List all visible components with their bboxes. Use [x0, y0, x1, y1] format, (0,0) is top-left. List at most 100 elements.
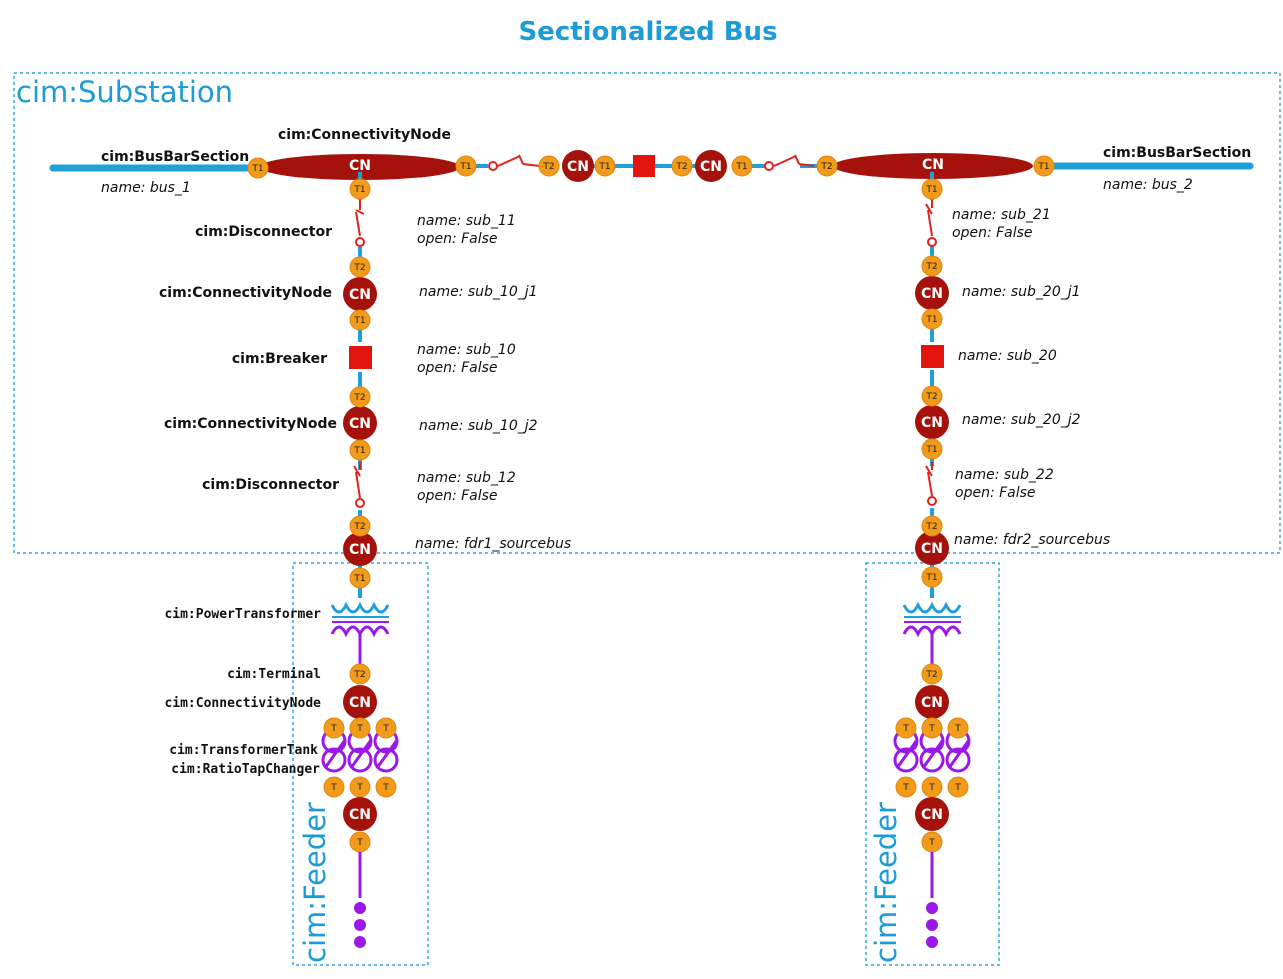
svg-text:T: T [356, 783, 363, 793]
svg-text:T2: T2 [925, 522, 937, 532]
terminal-t1: T1 [731, 155, 753, 177]
terminal-t2: T2 [921, 663, 943, 685]
sub-11-open: open: False [417, 231, 498, 247]
svg-text:T1: T1 [459, 162, 471, 172]
sub-10-name: name: sub_10 [417, 342, 516, 358]
terminal-t1: T1 [349, 567, 371, 589]
sub-21-name: name: sub_21 [952, 207, 1051, 223]
terminal-t: T [323, 717, 345, 739]
terminal-t2: T2 [816, 155, 838, 177]
terminal-t: T [947, 717, 969, 739]
terminal-t1: T1 [455, 155, 477, 177]
terminal-t1: T1 [594, 155, 616, 177]
terminal-t2: T2 [921, 515, 943, 537]
continuation-dots-icon [926, 902, 938, 948]
terminal-t2: T2 [349, 256, 371, 278]
svg-text:T2: T2 [925, 262, 937, 272]
svg-text:T1: T1 [353, 316, 365, 326]
bus-2-name: name: bus_2 [1103, 177, 1193, 193]
terminal-t2: T2 [349, 515, 371, 537]
terminal-t2: T2 [921, 255, 943, 277]
svg-text:T1: T1 [598, 162, 610, 172]
terminal-t: T [895, 776, 917, 798]
breaker-sub-20-icon [921, 345, 944, 368]
ratio-tap-changer-label: cim:RatioTapChanger [171, 762, 320, 777]
svg-text:CN: CN [921, 286, 943, 302]
terminal-t: T [921, 776, 943, 798]
cn-label: CN [700, 159, 722, 175]
terminal-t2: T2 [921, 385, 943, 407]
cn-label: CN [567, 159, 589, 175]
svg-text:T2: T2 [542, 162, 554, 172]
svg-text:CN: CN [349, 287, 371, 303]
sub-22-name: name: sub_22 [955, 467, 1054, 483]
svg-text:T: T [356, 724, 363, 734]
svg-text:CN: CN [921, 541, 943, 557]
disconnector-sub-21-icon [925, 200, 937, 247]
svg-text:T: T [356, 838, 363, 848]
terminal-t: T [921, 717, 943, 739]
svg-text:CN: CN [921, 695, 943, 711]
svg-text:T1: T1 [353, 574, 365, 584]
sub-21-open: open: False [952, 225, 1033, 241]
svg-text:CN: CN [921, 415, 943, 431]
svg-text:T1: T1 [1037, 162, 1049, 172]
svg-text:CN: CN [349, 695, 371, 711]
svg-text:T2: T2 [353, 522, 365, 532]
terminal-t1: T1 [921, 308, 943, 330]
svg-text:CN: CN [921, 807, 943, 823]
sub-10-j1-name: name: sub_10_j1 [419, 284, 538, 300]
terminal-t2: T2 [349, 386, 371, 408]
terminal-t1: T1 [1033, 155, 1055, 177]
terminal-t1: T1 [921, 566, 943, 588]
svg-text:T: T [954, 724, 961, 734]
substation-label: cim:Substation [16, 75, 233, 109]
feeder-right-label: cim:Feeder [869, 802, 903, 963]
terminal-t: T [375, 717, 397, 739]
svg-text:CN: CN [349, 416, 371, 432]
terminal-t: T [895, 717, 917, 739]
terminal-t2: T2 [671, 155, 693, 177]
svg-text:T1: T1 [353, 185, 365, 195]
tie-breaker-icon [633, 155, 655, 177]
sub-22-open: open: False [955, 485, 1036, 501]
fdr2-sourcebus-name: name: fdr2_sourcebus [954, 532, 1110, 548]
power-transformer-label: cim:PowerTransformer [164, 607, 321, 622]
svg-text:T: T [330, 724, 337, 734]
diagram-title: Sectionalized Bus [518, 17, 777, 47]
svg-text:T2: T2 [353, 263, 365, 273]
terminal-t: T [323, 776, 345, 798]
terminal-t1: T1 [247, 157, 269, 179]
cn-label: CN [349, 158, 371, 174]
terminal-t1: T1 [921, 438, 943, 460]
feeder-left-label: cim:Feeder [298, 802, 332, 963]
svg-text:T1: T1 [925, 315, 937, 325]
fdr1-sourcebus-name: name: fdr1_sourcebus [415, 536, 571, 552]
sub-20-name: name: sub_20 [958, 348, 1057, 364]
terminal-t2: T2 [538, 155, 560, 177]
transformer-tank-label: cim:TransformerTank [169, 743, 318, 758]
cn-label: CN [922, 157, 944, 173]
sub-20-j1-name: name: sub_20_j1 [962, 284, 1081, 300]
terminal-t1: T1 [349, 309, 371, 331]
svg-text:T2: T2 [353, 670, 365, 680]
power-transformer-right-icon [902, 601, 962, 664]
svg-text:T1: T1 [353, 446, 365, 456]
breaker-label: cim:Breaker [232, 351, 327, 367]
svg-text:T1: T1 [925, 445, 937, 455]
svg-text:T: T [902, 783, 909, 793]
tie-disconnector-left-icon [488, 154, 541, 171]
sub-20-j2-name: name: sub_20_j2 [962, 412, 1081, 428]
busbar-right-label: cim:BusBarSection [1103, 145, 1251, 161]
disconnector-2-label: cim:Disconnector [202, 477, 339, 493]
cn-3-label: cim:ConnectivityNode [164, 696, 321, 711]
terminal-t2: T2 [349, 663, 371, 685]
svg-text:T2: T2 [675, 162, 687, 172]
svg-text:T2: T2 [925, 392, 937, 402]
svg-text:CN: CN [349, 807, 371, 823]
terminal-t: T [349, 717, 371, 739]
terminal-t: T [349, 831, 371, 853]
terminal-t1: T1 [349, 439, 371, 461]
terminal-label: cim:Terminal [227, 667, 321, 682]
terminal-t: T [921, 831, 943, 853]
